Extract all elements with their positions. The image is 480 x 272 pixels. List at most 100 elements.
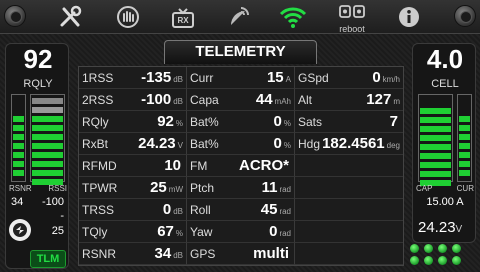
led-icon	[424, 256, 433, 265]
telemetry-value: 24.23 V	[138, 135, 183, 152]
telemetry-value: ACRO*	[239, 157, 291, 174]
signal-labels: RSNR RSSI	[6, 184, 70, 193]
led-icon	[452, 256, 461, 265]
telemetry-number: 92	[157, 113, 174, 130]
telemetry-unit: mW	[168, 185, 183, 194]
telemetry-value	[398, 157, 400, 174]
telemetry-unit: rad	[279, 229, 291, 238]
telemetry-number: 25	[150, 179, 167, 196]
telemetry-value: 15 A	[267, 69, 291, 86]
hand-icon[interactable]	[111, 4, 145, 30]
telemetry-value: 127 m	[366, 91, 400, 108]
rsnr-bar	[13, 116, 24, 176]
telemetry-cell: Hdg 182.4561 deg	[295, 133, 403, 155]
telemetry-label: RQly	[82, 115, 109, 129]
telemetry-number: 0	[269, 223, 278, 240]
telemetry-unit: V	[177, 141, 183, 150]
secondary-dash: -	[60, 210, 64, 222]
telemetry-cell: FM ACRO*	[187, 155, 295, 177]
telemetry-label: Yaw	[190, 225, 213, 239]
voltage-unit: V	[455, 224, 463, 235]
telemetry-value: 0 rad	[269, 223, 291, 240]
cell-label: CELL	[431, 78, 459, 90]
telemetry-value: 0 km/h	[372, 69, 400, 86]
telemetry-label: 1RSS	[82, 71, 114, 85]
satellite-dish-icon[interactable]	[222, 4, 256, 30]
compass-icon	[9, 219, 31, 241]
telemetry-label: RxBt	[82, 137, 109, 151]
telemetry-label: TRSS	[82, 203, 115, 217]
telemetry-cell: Bat% 0%	[187, 111, 295, 133]
telemetry-cell: Capa 44 mAh	[187, 89, 295, 111]
telemetry-number: 44	[255, 91, 273, 108]
telemetry-value: multi	[253, 245, 291, 262]
telemetry-cell	[295, 177, 403, 199]
telemetry-number: 10	[164, 157, 181, 174]
telemetry-value	[398, 179, 400, 196]
telemetry-cell	[295, 155, 403, 177]
telemetry-unit: dB	[173, 75, 183, 84]
telemetry-label: Bat%	[190, 137, 219, 151]
cell-voltage-value: 4.0	[426, 44, 464, 74]
telemetry-number: 0	[162, 201, 172, 218]
telemetry-cell	[295, 243, 403, 265]
telemetry-unit: m	[393, 97, 400, 106]
telemetry-value: -135 dB	[141, 69, 183, 86]
telemetry-number: 127	[366, 91, 392, 108]
telemetry-value: 182.4561 deg	[322, 135, 400, 152]
telemetry-number: 7	[389, 113, 398, 130]
telemetry-number: 45	[260, 201, 278, 218]
wifi-icon[interactable]	[276, 4, 310, 30]
tools-icon[interactable]	[54, 4, 88, 30]
telemetry-unit: mAh	[274, 97, 291, 106]
telemetry-number: 11	[261, 179, 278, 196]
telemetry-cell: TRSS 0 dB	[79, 199, 187, 221]
secondary-value: 25	[51, 225, 64, 237]
led-icon	[410, 256, 419, 265]
telemetry-value: 45 rad	[261, 201, 291, 218]
telemetry-number: 0	[273, 113, 282, 130]
current-bar	[459, 116, 470, 176]
telemetry-unit: deg	[386, 141, 400, 150]
telemetry-cell: Sats 7	[295, 111, 403, 133]
led-icon	[452, 244, 461, 253]
voltage-readout: 24.23V	[418, 219, 462, 236]
telemetry-cell: GPS multi	[187, 243, 295, 265]
telemetry-cell: Ptch 11 rad	[187, 177, 295, 199]
telemetry-label: Sats	[298, 115, 323, 129]
telemetry-value: 0%	[274, 135, 291, 152]
led-icon	[410, 244, 419, 253]
reboot-icon[interactable]: reboot	[335, 4, 369, 34]
current-value: 15.00 A	[426, 196, 464, 208]
telemetry-value: 11 rad	[262, 179, 291, 196]
telemetry-unit: %	[175, 229, 183, 238]
telemetry-label: RSNR	[82, 247, 117, 261]
telemetry-label: Roll	[190, 203, 211, 217]
telemetry-unit: %	[283, 119, 291, 128]
telemetry-number: 15	[266, 69, 284, 86]
telemetry-value: 10	[164, 157, 183, 174]
telemetry-value: 92%	[157, 113, 183, 130]
telemetry-label: Alt	[298, 93, 313, 107]
telemetry-cell: RxBt 24.23 V	[79, 133, 187, 155]
telemetry-cell: TPWR 25 mW	[79, 177, 187, 199]
telemetry-label: RFMD	[82, 159, 117, 173]
telemetry-cell: Alt 127 m	[295, 89, 403, 111]
telemetry-label: GPS	[190, 247, 216, 261]
telemetry-label: TPWR	[82, 181, 118, 195]
telemetry-unit: dB	[173, 97, 183, 106]
led-icon	[438, 256, 447, 265]
telemetry-cell: Curr 15 A	[187, 67, 295, 89]
telemetry-unit: dB	[173, 251, 183, 260]
telemetry-value: 67%	[157, 223, 183, 240]
telemetry-label: Bat%	[190, 115, 219, 129]
telemetry-unit: %	[175, 119, 183, 128]
telemetry-unit: A	[285, 75, 291, 84]
telemetry-number: -135	[141, 69, 172, 86]
rsnr-label: RSNR	[9, 184, 32, 193]
rx-icon[interactable]: RX	[166, 4, 200, 30]
info-icon[interactable]	[392, 4, 426, 30]
tlm-indicator[interactable]: TLM	[30, 250, 66, 268]
telemetry-value	[398, 223, 400, 240]
telemetry-cell: GSpd 0 km/h	[295, 67, 403, 89]
